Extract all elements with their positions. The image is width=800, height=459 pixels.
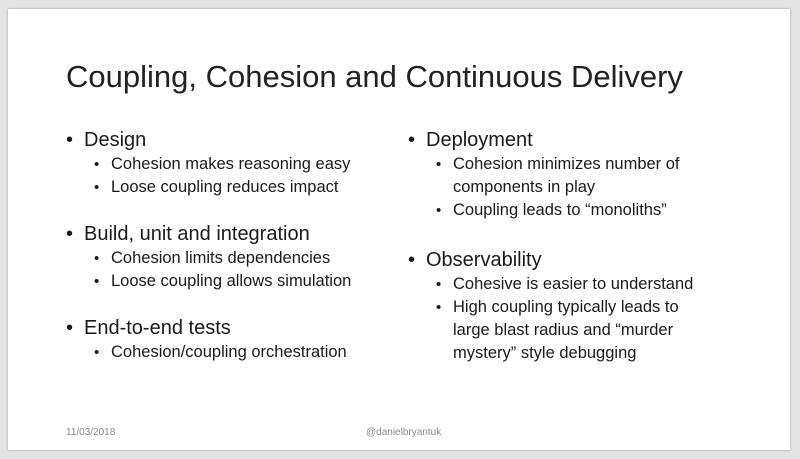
sub-bullet: Cohesion/coupling orchestration bbox=[66, 341, 396, 364]
bullet-heading: Deployment bbox=[408, 127, 708, 153]
left-column: Design Cohesion makes reasoning easy Loo… bbox=[66, 127, 396, 382]
bullet-heading: Design bbox=[66, 127, 396, 153]
sub-bullet: Cohesion makes reasoning easy bbox=[66, 153, 396, 176]
footer-date: 11/03/2018 bbox=[66, 427, 116, 438]
sub-bullet: High coupling typically leads to large b… bbox=[408, 296, 708, 365]
sub-bullet: Coupling leads to “monoliths” bbox=[408, 199, 708, 222]
bullet-heading: Build, unit and integration bbox=[66, 221, 396, 247]
sub-bullet: Cohesive is easier to understand bbox=[408, 273, 708, 296]
slide-title: Coupling, Cohesion and Continuous Delive… bbox=[66, 59, 683, 94]
sub-bullet: Cohesion minimizes number of components … bbox=[408, 153, 708, 199]
sub-bullet: Loose coupling reduces impact bbox=[66, 176, 396, 199]
sub-bullet: Cohesion limits dependencies bbox=[66, 247, 396, 270]
slide: Coupling, Cohesion and Continuous Delive… bbox=[8, 9, 790, 450]
right-column: Deployment Cohesion minimizes number of … bbox=[408, 127, 708, 383]
bullet-group-e2e: End-to-end tests Cohesion/coupling orche… bbox=[66, 315, 396, 364]
footer-handle: @danielbryantuk bbox=[366, 427, 442, 438]
bullet-group-deployment: Deployment Cohesion minimizes number of … bbox=[408, 127, 708, 222]
bullet-group-design: Design Cohesion makes reasoning easy Loo… bbox=[66, 127, 396, 199]
bullet-group-observability: Observability Cohesive is easier to unde… bbox=[408, 247, 708, 365]
sub-bullet: Loose coupling allows simulation bbox=[66, 270, 396, 293]
bullet-heading: Observability bbox=[408, 247, 708, 273]
bullet-group-build: Build, unit and integration Cohesion lim… bbox=[66, 221, 396, 293]
bullet-heading: End-to-end tests bbox=[66, 315, 396, 341]
